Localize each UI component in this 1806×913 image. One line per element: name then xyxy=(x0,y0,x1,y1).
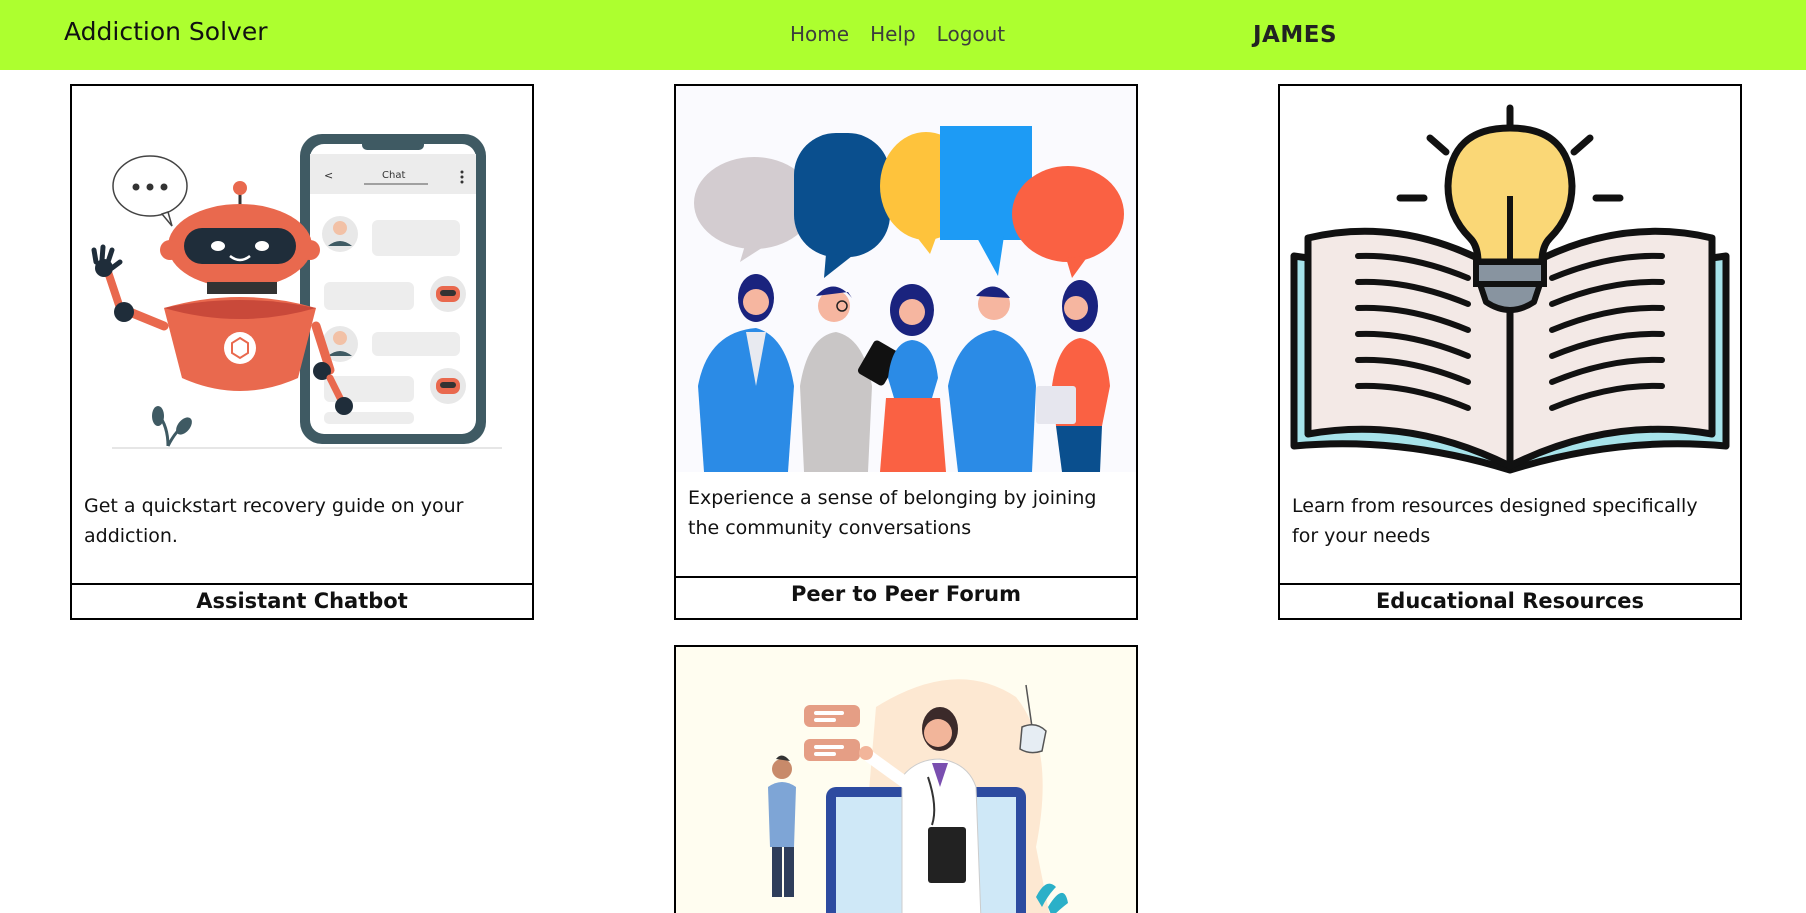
svg-text:<: < xyxy=(324,169,333,182)
nav-links: Home Help Logout xyxy=(790,22,1005,46)
doctor-consultation-illustration xyxy=(676,647,1136,913)
nav-logout-link[interactable]: Logout xyxy=(937,22,1005,46)
card-doctor-consultation[interactable] xyxy=(674,645,1138,913)
nav-help-link[interactable]: Help xyxy=(870,22,916,46)
chat-header-label: Chat xyxy=(382,170,405,181)
card-description: Experience a sense of belonging by joini… xyxy=(688,487,1097,539)
card-title[interactable]: Educational Resources xyxy=(1280,583,1740,618)
people-speech-bubbles-illustration xyxy=(676,86,1136,472)
robot-chatbot-illustration: < Chat xyxy=(91,134,502,449)
nav-home-link[interactable]: Home xyxy=(790,22,849,46)
brand-logo[interactable]: Addiction Solver xyxy=(64,17,268,46)
card-title[interactable]: Assistant Chatbot xyxy=(72,583,532,618)
card-educational-resources[interactable]: Learn from resources designed specifical… xyxy=(1278,84,1742,620)
card-description: Get a quickstart recovery guide on your … xyxy=(84,495,464,547)
card-title[interactable]: Peer to Peer Forum xyxy=(676,576,1136,611)
card-description: Learn from resources designed specifical… xyxy=(1292,495,1698,547)
user-name: JAMES xyxy=(1253,22,1338,48)
navbar: Addiction Solver Home Help Logout JAMES xyxy=(0,0,1806,70)
card-assistant-chatbot[interactable]: < Chat Get a quickstart recovery guide o… xyxy=(70,84,534,620)
card-peer-forum[interactable]: Experience a sense of belonging by joini… xyxy=(674,84,1138,620)
book-lightbulb-illustration xyxy=(1290,104,1730,474)
